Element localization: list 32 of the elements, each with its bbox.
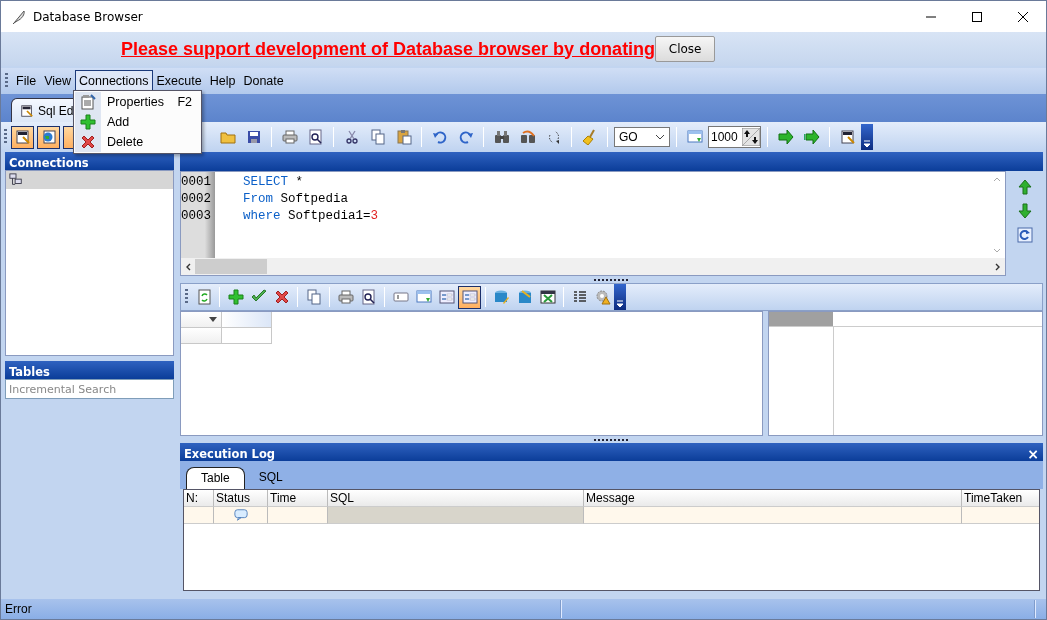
close-panel-button[interactable]: × [1027,445,1039,462]
menu-item[interactable]: Donate [239,70,288,92]
log-tab[interactable]: Table [186,467,245,489]
code-line: SELECT * [243,174,305,191]
column-header[interactable]: Status [214,490,268,507]
search-field[interactable]: Incremental Search [5,379,174,399]
log-tab[interactable]: SQL [244,467,297,489]
code-line: From Softpedia [243,191,350,208]
panel-header: Tables [5,361,174,379]
code-line: where Softpedia1=3 [243,208,380,225]
column-header[interactable]: TimeTaken [962,490,1039,507]
panel-header: Connections [5,152,174,170]
menu-item[interactable]: Connections [75,70,153,92]
column-header[interactable]: Message [584,490,962,507]
menu-option[interactable]: Delete [75,132,200,152]
menu-item[interactable]: View [40,70,76,92]
close-button[interactable]: Close [655,36,716,62]
column-header[interactable]: SQL [328,490,584,507]
menu-item[interactable]: Execute [152,70,206,92]
query-combo-box[interactable]: GO [614,127,670,147]
line-number: 0002 [181,191,212,208]
column-header[interactable]: N: [184,490,214,507]
menu-item[interactable]: File [12,70,41,92]
column-header[interactable]: Time [268,490,328,507]
status-text: Error [5,602,33,616]
line-number: 0001 [181,174,212,191]
window-title: Database Browser [33,9,144,24]
panel-header: Execution Log × [180,443,1043,461]
line-number: 0003 [181,208,212,225]
row-limit-spinner[interactable]: 1000 [708,126,761,148]
menu-item[interactable]: Help [205,70,240,92]
sql-editor[interactable]: 0001 0002 0003 SELECT * From Softpedia where Softpedia1=3 [180,171,1006,276]
